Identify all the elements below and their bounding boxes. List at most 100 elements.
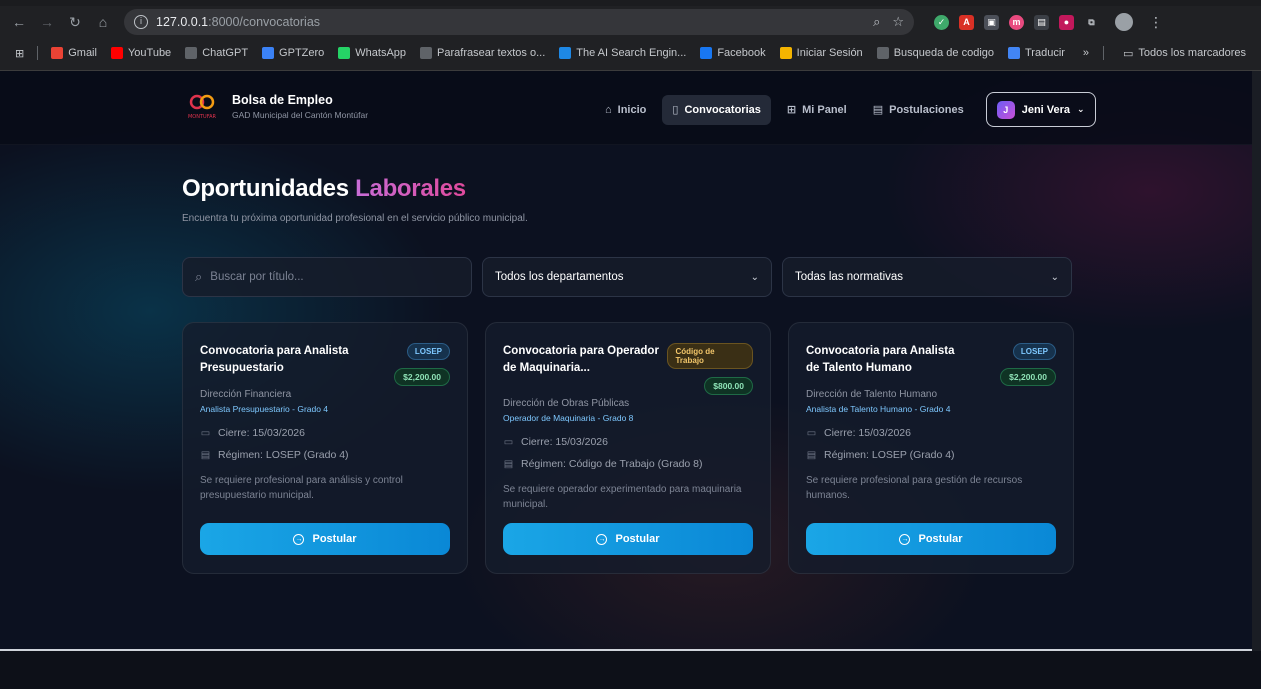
card-meta: ▭ Cierre: 15/03/2026 ▤ Régimen: LOSEP (Grad… — [200, 427, 450, 461]
bookmark-item[interactable]: Iniciar Sesión — [775, 45, 868, 61]
search-input[interactable]: ⌕ Buscar por título... — [182, 257, 472, 297]
regime-info-text: Régimen: LOSEP (Grado 4) — [824, 449, 955, 461]
chrome-menu-icon[interactable]: ⋮ — [1149, 14, 1163, 31]
user-menu-button[interactable]: J Jeni Vera ⌄ — [985, 92, 1096, 127]
zoom-icon[interactable]: ⌕ — [873, 14, 880, 30]
filters-bar: ⌕ Buscar por título... Todos los departa… — [182, 257, 1072, 297]
brand-title: Bolsa de Empleo — [232, 92, 333, 107]
card-header: Convocatoria para Analista de Talento Hu… — [806, 343, 1056, 386]
department-select[interactable]: Todos los departamentos ⌄ — [482, 257, 772, 297]
logo-text: MONTUFAR — [188, 114, 217, 120]
bookmark-item[interactable]: Facebook — [695, 45, 770, 61]
back-arrow-icon[interactable]: ← — [8, 11, 30, 33]
bookmark-item[interactable]: Gmail — [46, 45, 102, 61]
bookmark-item[interactable]: YouTube — [106, 45, 176, 61]
bookmark-label: ChatGPT — [202, 47, 249, 59]
bookmark-item[interactable]: WhatsApp — [333, 45, 411, 61]
document-icon: ▤ — [806, 449, 817, 461]
bookmark-item[interactable]: Traducir — [1003, 45, 1070, 61]
bookmark-star-icon[interactable]: ☆ — [892, 14, 904, 30]
address-row: ← → ↻ ⌂ i 127.0.0.1:8000/convocatorias ⌕… — [0, 6, 1261, 38]
card-title[interactable]: Convocatoria para Analista de Talento Hu… — [806, 343, 971, 377]
forward-arrow-icon[interactable]: → — [36, 11, 58, 33]
translate-icon — [1008, 47, 1020, 59]
card-position: Analista de Talento Humano - Grado 4 — [806, 404, 951, 414]
apply-button[interactable]: → Postular — [503, 523, 753, 555]
url-host: 127.0.0.1 — [156, 15, 209, 29]
closing-date: ▭ Cierre: 15/03/2026 — [200, 427, 450, 439]
bookmark-label: Traducir — [1025, 47, 1065, 59]
url-text[interactable]: 127.0.0.1:8000/convocatorias — [156, 15, 320, 29]
salary-badge: $2,200.00 — [394, 368, 450, 386]
scrollbar[interactable] — [1252, 71, 1261, 651]
bookmark-label: Iniciar Sesión — [796, 47, 863, 59]
nav-mi-panel[interactable]: ⊞ Mi Panel — [777, 95, 857, 125]
card-title[interactable]: Convocatoria para Analista Presupuestari… — [200, 343, 365, 377]
apply-button[interactable]: → Postular — [200, 523, 450, 555]
bookmark-item[interactable]: The AI Search Engin... — [554, 45, 691, 61]
code-search-icon — [876, 47, 889, 59]
all-bookmarks-folder[interactable]: ▭ Todos los marcadores — [1118, 45, 1251, 62]
job-card: Convocatoria para Analista de Talento Hu… — [788, 322, 1074, 574]
bookmark-label: Busqueda de codigo — [893, 47, 994, 59]
regime-badge: Código de Trabajo — [667, 343, 753, 369]
image-extension-icon[interactable]: ▤ — [1034, 14, 1049, 30]
address-bar[interactable]: i 127.0.0.1:8000/convocatorias ⌕ ☆ — [124, 9, 914, 35]
regime-select[interactable]: Todas las normativas ⌄ — [782, 257, 1072, 297]
calendar-icon: ▭ — [503, 436, 514, 448]
user-name: Jeni Vera — [1021, 103, 1071, 116]
apply-button-label: Postular — [615, 533, 660, 545]
apply-button-label: Postular — [312, 533, 357, 545]
regime-selected: Todas las normativas — [795, 271, 904, 283]
home-browser-icon[interactable]: ⌂ — [92, 11, 114, 33]
pdf-extension-icon[interactable]: A — [959, 14, 974, 30]
bookmark-item[interactable]: GPTZero — [257, 45, 329, 61]
apps-grid-icon[interactable]: ⊞ — [10, 45, 29, 62]
bookmarks-divider — [1102, 46, 1104, 60]
card-position: Analista Presupuestario - Grado 4 — [200, 404, 329, 414]
closing-date-text: Cierre: 15/03/2026 — [218, 427, 305, 439]
bookmark-label: The AI Search Engin... — [576, 47, 687, 59]
clipboard-extension-icon[interactable]: ▣ — [984, 14, 999, 30]
puzzle-extensions-icon[interactable]: ⧉ — [1084, 15, 1099, 30]
regime-badge: LOSEP — [1012, 343, 1056, 360]
page-bottom-area — [0, 651, 1261, 689]
home-icon: ⌂ — [605, 103, 612, 116]
brand[interactable]: MONTUFAR Bolsa de Empleo GAD Municipal d… — [186, 91, 368, 121]
reload-icon[interactable]: ↻ — [64, 11, 86, 33]
bookmark-item[interactable]: Parafrasear textos o... — [415, 45, 550, 61]
arrow-circle-icon: → — [899, 533, 911, 545]
regime-info-text: Régimen: LOSEP (Grado 4) — [218, 449, 349, 461]
chrome-profile-avatar[interactable] — [1115, 13, 1133, 31]
apply-button[interactable]: → Postular — [806, 523, 1056, 555]
pink-extension-icon[interactable]: m — [1009, 14, 1024, 30]
hero: Oportunidades Laborales Encuentra tu pró… — [182, 175, 528, 224]
nav-convocatorias[interactable]: ▯ Convocatorias — [662, 94, 771, 125]
bookmarks-overflow-button[interactable]: » — [1083, 47, 1089, 59]
regime-info: ▤ Régimen: Código de Trabajo (Grado 8) — [503, 458, 753, 470]
regime-info: ▤ Régimen: LOSEP (Grado 4) — [806, 449, 1056, 461]
shield-extension-icon[interactable]: ✓ — [934, 14, 949, 30]
bookmark-label: Facebook — [717, 47, 766, 59]
card-badges: LOSEP $2,200.00 — [1000, 343, 1056, 386]
bookmark-item[interactable]: Busqueda de codigo — [872, 45, 999, 61]
search-placeholder: Buscar por título... — [210, 271, 304, 283]
site-info-icon[interactable]: i — [134, 15, 148, 29]
all-bookmarks-label: Todos los marcadores — [1138, 47, 1246, 59]
bookmarks-right: » ▭ Todos los marcadores — [1083, 45, 1251, 62]
whatsapp-icon — [338, 47, 351, 59]
chatgpt-icon — [185, 47, 198, 59]
document-icon: ▤ — [503, 458, 514, 470]
main-nav: ⌂ Inicio ▯ Convocatorias ⊞ Mi Panel ▤ Po… — [595, 92, 1096, 127]
grid-icon: ⊞ — [786, 104, 797, 116]
bookmark-item[interactable]: ChatGPT — [180, 45, 253, 61]
department-selected: Todos los departamentos — [495, 271, 624, 283]
card-position: Operador de Maquinaria - Grado 8 — [503, 413, 634, 423]
nav-postulaciones[interactable]: ▤ Postulaciones — [863, 95, 974, 125]
card-title[interactable]: Convocatoria para Operador de Maquinaria… — [503, 343, 667, 377]
clipboard-icon: ▯ — [672, 104, 679, 116]
card-meta: ▭ Cierre: 15/03/2026 ▤ Régimen: LOSEP (Grad… — [806, 427, 1056, 461]
nav-inicio[interactable]: ⌂ Inicio — [595, 95, 656, 125]
page-title: Oportunidades Laborales — [182, 175, 528, 203]
record-extension-icon[interactable]: ● — [1059, 14, 1074, 30]
